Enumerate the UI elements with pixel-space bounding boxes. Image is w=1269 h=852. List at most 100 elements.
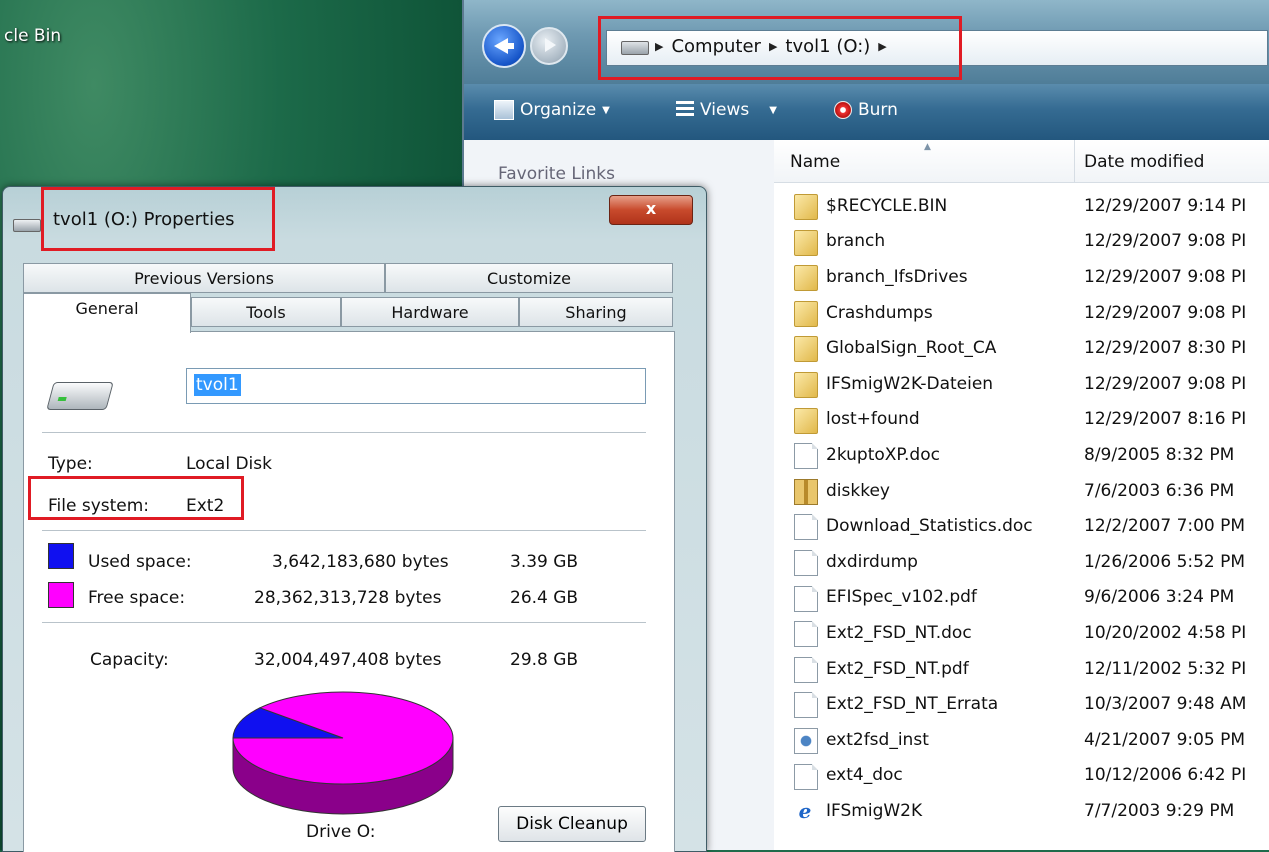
column-divider[interactable] [1074,140,1075,182]
folder-icon [794,229,818,256]
dialog-title-bar[interactable]: tvol1 (O:) Properties x [3,187,706,251]
tab-tools[interactable]: Tools [191,297,341,327]
column-header-name[interactable]: Name [790,152,840,172]
file-date: 12/29/2007 9:08 PI [1084,302,1247,323]
burn-disc-icon [834,101,852,119]
title-highlight-box [41,187,275,251]
file-system-highlight-box [28,476,244,520]
file-date: 12/2/2007 7:00 PM [1084,516,1246,537]
hard-drive-icon [46,382,114,410]
tab-customize[interactable]: Customize [385,263,673,293]
file-date: 10/20/2002 4:58 PI [1084,622,1247,643]
file-row[interactable]: GlobalSign_Root_CA 12/29/2007 8:30 PI [774,330,1269,366]
used-space-color-swatch [48,543,74,569]
file-row[interactable]: e IFSmigW2K 7/7/2003 9:29 PM [774,793,1269,829]
folder-icon [794,371,818,398]
address-highlight-box [598,16,962,80]
file-date: 12/29/2007 8:16 PI [1084,409,1247,430]
divider [42,432,646,433]
used-space-bytes: 3,642,183,680 bytes [272,552,449,572]
document-icon [794,763,818,790]
file-row[interactable]: Ext2_FSD_NT.pdf 12/11/2002 5:32 PI [774,651,1269,687]
tab-sharing[interactable]: Sharing [519,297,673,327]
document-icon [794,585,818,612]
file-date: 10/12/2006 6:42 PI [1084,765,1247,786]
tab-general[interactable]: General [23,293,191,333]
file-date: 12/29/2007 8:30 PI [1084,338,1247,359]
divider [42,530,646,531]
file-row[interactable]: IFSmigW2K-Dateien 12/29/2007 9:08 PI [774,366,1269,402]
close-button[interactable]: x [609,195,693,225]
file-date: 12/29/2007 9:14 PI [1084,195,1247,216]
file-name: EFISpec_v102.pdf [826,587,977,608]
file-row[interactable]: $RECYCLE.BIN 12/29/2007 9:14 PI [774,188,1269,224]
file-row[interactable]: Ext2_FSD_NT_Errata 10/3/2007 9:48 AM [774,686,1269,722]
capacity-gb: 29.8 GB [510,650,579,670]
file-row[interactable]: branch 12/29/2007 9:08 PI [774,224,1269,260]
volume-label-selection: tvol1 [194,374,241,396]
archive-icon [794,478,818,505]
views-button[interactable]: Views ▼ [676,100,777,120]
file-row[interactable]: branch_IfsDrives 12/29/2007 9:08 PI [774,259,1269,295]
file-name: diskkey [826,480,890,501]
ie-icon: e [798,799,812,824]
file-row[interactable]: Crashdumps 12/29/2007 9:08 PI [774,295,1269,331]
burn-button[interactable]: Burn [834,100,898,120]
favorite-links-title: Favorite Links [498,164,616,184]
tab-hardware[interactable]: Hardware [341,297,519,327]
file-list: ▲ Name Date modified $RECYCLE.BIN 12/29/2… [774,140,1269,850]
file-row[interactable]: dxdirdump 1/26/2006 5:52 PM [774,544,1269,580]
file-row[interactable]: ext4_doc 10/12/2006 6:42 PI [774,758,1269,794]
file-date: 4/21/2007 9:05 PM [1084,729,1246,750]
free-space-bytes: 28,362,313,728 bytes [254,588,442,608]
sort-arrow-icon: ▲ [924,142,931,152]
file-name: lost+found [826,409,920,430]
back-button[interactable] [482,24,526,68]
document-icon [794,443,818,470]
tab-previous-versions[interactable]: Previous Versions [23,263,385,293]
organize-button[interactable]: Organize ▼ [494,100,610,120]
file-row[interactable]: ext2fsd_inst 4/21/2007 9:05 PM [774,722,1269,758]
file-row[interactable]: lost+found 12/29/2007 8:16 PI [774,402,1269,438]
file-name: Download_Statistics.doc [826,516,1033,537]
volume-label-input[interactable] [186,368,646,404]
file-name: Crashdumps [826,302,933,323]
file-date: 12/29/2007 9:08 PI [1084,373,1247,394]
file-name: $RECYCLE.BIN [826,195,948,216]
file-row[interactable]: diskkey 7/6/2003 6:36 PM [774,473,1269,509]
burn-label: Burn [858,100,898,120]
file-row[interactable]: Ext2_FSD_NT.doc 10/20/2002 4:58 PI [774,615,1269,651]
file-name: ext4_doc [826,765,903,786]
file-row[interactable]: Download_Statistics.doc 12/2/2007 7:00 PM [774,508,1269,544]
file-date: 10/3/2007 9:48 AM [1084,694,1247,715]
drive-icon [13,219,41,232]
dropdown-arrow-icon: ▼ [602,104,610,116]
views-label: Views [700,100,750,120]
file-name: dxdirdump [826,551,918,572]
file-name: Ext2_FSD_NT.doc [826,622,972,643]
file-date: 7/7/2003 9:29 PM [1084,800,1235,821]
forward-button[interactable] [530,27,568,65]
used-space-label: Used space: [88,552,192,572]
setup-icon [794,727,818,754]
command-toolbar: Organize ▼ Views ▼ Burn [464,84,1269,140]
file-name: branch_IfsDrives [826,266,968,287]
organize-label: Organize [520,100,597,120]
file-date: 12/11/2002 5:32 PI [1084,658,1247,679]
file-name: GlobalSign_Root_CA [826,338,997,359]
folder-icon [794,265,818,292]
column-header-date[interactable]: Date modified [1084,152,1204,172]
disk-cleanup-button[interactable]: Disk Cleanup [498,806,646,842]
file-date: 12/29/2007 9:08 PI [1084,231,1247,252]
file-name: 2kuptoXP.doc [826,444,940,465]
divider [42,622,646,623]
drive-caption: Drive O: [306,822,376,842]
file-row[interactable]: 2kuptoXP.doc 8/9/2005 8:32 PM [774,437,1269,473]
pie-slice-free [232,691,454,785]
folder-icon [794,194,818,220]
navigation-bar: ▶ Computer ▶ tvol1 (O:) ▶ [464,0,1269,84]
file-date: 9/6/2006 3:24 PM [1084,587,1235,608]
recycle-bin-label[interactable]: cle Bin [4,26,61,46]
file-row[interactable]: EFISpec_v102.pdf 9/6/2006 3:24 PM [774,580,1269,616]
views-icon [676,101,694,119]
